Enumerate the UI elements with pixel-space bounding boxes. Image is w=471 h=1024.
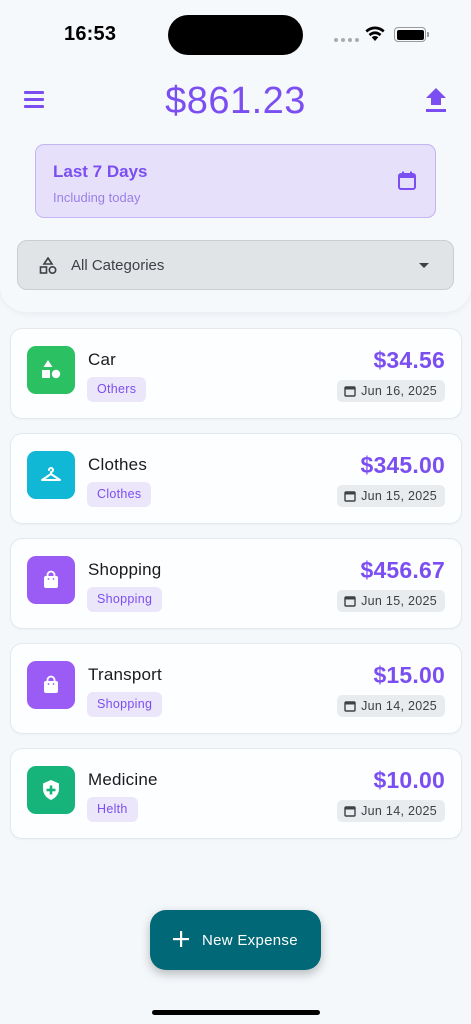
expense-item[interactable]: Clothes Clothes $345.00 Jun 15, 2025 — [10, 433, 462, 524]
calendar-icon — [344, 596, 356, 607]
expense-date: Jun 15, 2025 — [337, 590, 445, 612]
category-filter-label: All Categories — [71, 257, 165, 274]
shopping-bag-icon — [27, 556, 75, 604]
expense-date: Jun 15, 2025 — [337, 485, 445, 507]
shopping-bag-icon — [27, 661, 75, 709]
expense-item[interactable]: Medicine Helth $10.00 Jun 14, 2025 — [10, 748, 462, 839]
expense-date-text: Jun 16, 2025 — [361, 384, 437, 398]
expense-list: Car Others $34.56 Jun 16, 2025 Clothes C… — [10, 328, 462, 853]
calendar-icon — [398, 171, 416, 190]
expense-amount: $34.56 — [373, 347, 445, 373]
total-amount: $861.23 — [165, 80, 306, 122]
expense-name: Car — [88, 350, 116, 369]
dynamic-island — [168, 15, 303, 55]
battery-icon — [394, 27, 429, 42]
category-badge: Shopping — [87, 587, 163, 612]
expense-date-text: Jun 14, 2025 — [361, 699, 437, 713]
expense-name: Transport — [88, 665, 162, 684]
category-badge: Others — [87, 377, 147, 402]
expense-item[interactable]: Shopping Shopping $456.67 Jun 15, 2025 — [10, 538, 462, 629]
expense-name: Shopping — [88, 560, 162, 579]
chevron-down-icon — [419, 263, 429, 268]
expense-name: Clothes — [88, 455, 148, 474]
wifi-icon — [365, 26, 385, 41]
expense-amount: $345.00 — [360, 452, 445, 478]
home-indicator — [152, 1010, 320, 1015]
calendar-icon — [344, 701, 356, 712]
hanger-icon — [27, 451, 75, 499]
expense-item[interactable]: Transport Shopping $15.00 Jun 14, 2025 — [10, 643, 462, 734]
expense-name: Medicine — [88, 770, 158, 789]
expense-date: Jun 14, 2025 — [337, 800, 445, 822]
expense-amount: $15.00 — [373, 662, 445, 688]
shapes-icon — [27, 346, 75, 394]
expense-date-text: Jun 15, 2025 — [361, 489, 437, 503]
expense-date-text: Jun 14, 2025 — [361, 804, 437, 818]
expense-date: Jun 14, 2025 — [337, 695, 445, 717]
calendar-icon — [344, 806, 356, 817]
status-time: 16:53 — [64, 23, 117, 45]
calendar-icon — [344, 386, 356, 397]
plus-icon — [173, 931, 189, 947]
calendar-icon — [344, 491, 356, 502]
category-badge: Shopping — [87, 692, 163, 717]
status-bar: 16:53 — [0, 0, 471, 60]
category-icon — [39, 257, 57, 275]
medical-shield-icon — [27, 766, 75, 814]
cellular-signal-icon — [334, 38, 359, 42]
upload-icon[interactable] — [424, 88, 448, 114]
date-range-title: Last 7 Days — [53, 162, 148, 181]
expense-item[interactable]: Car Others $34.56 Jun 16, 2025 — [10, 328, 462, 419]
date-range-selector[interactable]: Last 7 Days Including today — [35, 144, 436, 218]
category-badge: Clothes — [87, 482, 152, 507]
category-badge: Helth — [87, 797, 138, 822]
expense-amount: $456.67 — [360, 557, 445, 583]
date-range-subtitle: Including today — [53, 190, 141, 205]
new-expense-button[interactable]: New Expense — [150, 910, 321, 970]
expense-amount: $10.00 — [373, 767, 445, 793]
expense-date-text: Jun 15, 2025 — [361, 594, 437, 608]
new-expense-label: New Expense — [202, 932, 298, 949]
expense-date: Jun 16, 2025 — [337, 380, 445, 402]
category-filter-dropdown[interactable]: All Categories — [17, 240, 454, 290]
